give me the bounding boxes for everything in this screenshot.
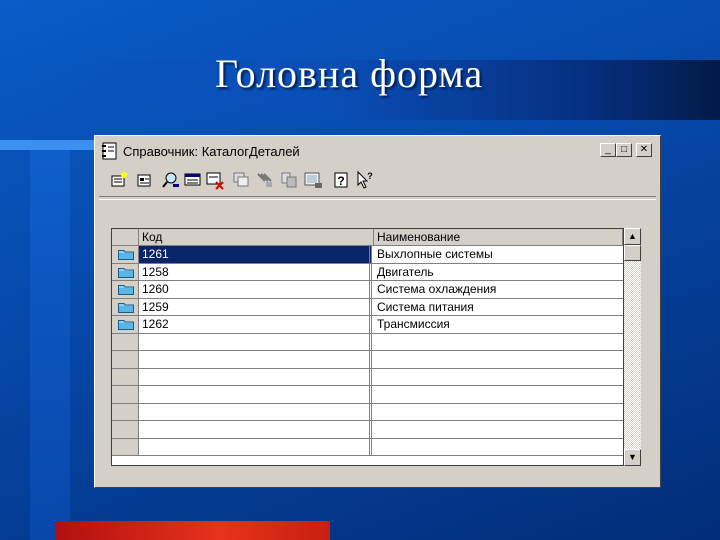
cell-code[interactable]: 1261 xyxy=(139,246,372,263)
cell-code[interactable] xyxy=(139,403,372,420)
whats-this-icon[interactable]: ? xyxy=(355,170,375,190)
empty-row[interactable] xyxy=(112,421,623,439)
cell-name[interactable]: Трансмиссия xyxy=(374,316,623,333)
cell-name[interactable] xyxy=(374,386,623,403)
scroll-thumb[interactable] xyxy=(624,245,641,261)
catalog-table[interactable]: Код Наименование 1261 Выхлопные системы 12… xyxy=(111,228,624,466)
cell-code[interactable]: 1260 xyxy=(139,281,372,298)
cell-code[interactable] xyxy=(139,333,372,350)
row-indicator xyxy=(112,403,139,420)
table-row[interactable]: 1258 Двигатель xyxy=(112,263,623,281)
column-header-name[interactable]: Наименование xyxy=(374,229,623,246)
new-folder-icon[interactable] xyxy=(135,170,155,190)
maximize-button[interactable]: □ xyxy=(616,143,632,157)
cell-code[interactable] xyxy=(139,351,372,368)
table-row[interactable]: 1262 Трансмиссия xyxy=(112,316,623,334)
row-indicator xyxy=(112,421,139,438)
cell-name[interactable]: Двигатель xyxy=(374,264,623,281)
svg-text:?: ? xyxy=(337,174,344,188)
row-indicator xyxy=(112,333,139,350)
delete-icon[interactable] xyxy=(205,170,225,190)
cell-code[interactable] xyxy=(139,438,372,455)
catalog-window: Справочник: КаталогДеталей _ □ ✕ ? ? Код… xyxy=(94,135,661,488)
row-indicator xyxy=(112,368,139,385)
cell-code[interactable] xyxy=(139,368,372,385)
row-indicator xyxy=(112,438,139,455)
cell-code[interactable]: 1259 xyxy=(139,298,372,315)
move-icon[interactable] xyxy=(255,170,275,190)
empty-row[interactable] xyxy=(112,351,623,369)
column-header-code[interactable]: Код xyxy=(139,229,374,246)
decor-red-bar xyxy=(55,521,330,540)
empty-row[interactable] xyxy=(112,368,623,386)
help-icon[interactable]: ? xyxy=(331,170,351,190)
row-indicator xyxy=(112,386,139,403)
window-titlebar[interactable]: Справочник: КаталогДеталей _ □ ✕ xyxy=(99,140,656,162)
toolbar: ? ? xyxy=(105,168,405,192)
hierarchy-icon[interactable] xyxy=(279,170,299,190)
decor-vertical-band xyxy=(30,140,70,540)
new-item-icon[interactable] xyxy=(109,170,129,190)
cell-name[interactable] xyxy=(374,334,623,351)
empty-row[interactable] xyxy=(112,333,623,351)
cell-name[interactable] xyxy=(374,421,623,438)
folder-icon xyxy=(118,302,134,313)
empty-row[interactable] xyxy=(112,403,623,421)
row-indicator xyxy=(112,246,139,263)
cell-name[interactable] xyxy=(374,404,623,421)
svg-text:?: ? xyxy=(367,171,373,181)
edit-icon[interactable] xyxy=(183,170,203,190)
row-indicator xyxy=(112,298,139,315)
decor-left-stripe xyxy=(0,140,95,150)
minimize-button[interactable]: _ xyxy=(600,143,616,157)
table-row[interactable]: 1259 Система питания xyxy=(112,298,623,316)
row-indicator xyxy=(112,263,139,280)
cell-name[interactable]: Система охлаждения xyxy=(374,281,623,298)
empty-row[interactable] xyxy=(112,386,623,404)
slide-title: Головна форма xyxy=(215,51,484,96)
row-indicator xyxy=(112,316,139,333)
table-row[interactable]: 1260 Система охлаждения xyxy=(112,281,623,299)
cell-name[interactable]: Система питания xyxy=(374,299,623,316)
cell-code[interactable] xyxy=(139,421,372,438)
table-row[interactable]: 1261 Выхлопные системы xyxy=(112,246,623,264)
cell-code[interactable]: 1258 xyxy=(139,263,372,280)
cell-name[interactable] xyxy=(374,439,623,456)
row-indicator xyxy=(112,351,139,368)
scroll-up-button[interactable]: ▲ xyxy=(624,228,641,245)
scroll-down-button[interactable]: ▼ xyxy=(624,449,641,466)
cell-code[interactable]: 1262 xyxy=(139,316,372,333)
cell-code[interactable] xyxy=(139,386,372,403)
folder-icon xyxy=(118,285,134,295)
row-indicator xyxy=(112,281,139,298)
folder-icon xyxy=(118,267,134,278)
cell-name[interactable] xyxy=(374,369,623,386)
cell-name[interactable] xyxy=(374,351,623,368)
folder-icon xyxy=(118,320,134,330)
find-icon[interactable] xyxy=(161,170,181,190)
app-icon xyxy=(102,142,117,160)
copy-icon[interactable] xyxy=(231,170,251,190)
header-indicator xyxy=(112,229,139,246)
window-title: Справочник: КаталогДеталей xyxy=(123,144,300,159)
toolbar-divider xyxy=(99,196,656,200)
cell-name[interactable]: Выхлопные системы xyxy=(374,246,623,263)
filter-icon[interactable] xyxy=(303,170,323,190)
close-button[interactable]: ✕ xyxy=(636,143,652,157)
empty-row[interactable] xyxy=(112,438,623,456)
folder-icon xyxy=(118,250,134,260)
vertical-scrollbar[interactable]: ▲ ▼ xyxy=(624,228,641,466)
